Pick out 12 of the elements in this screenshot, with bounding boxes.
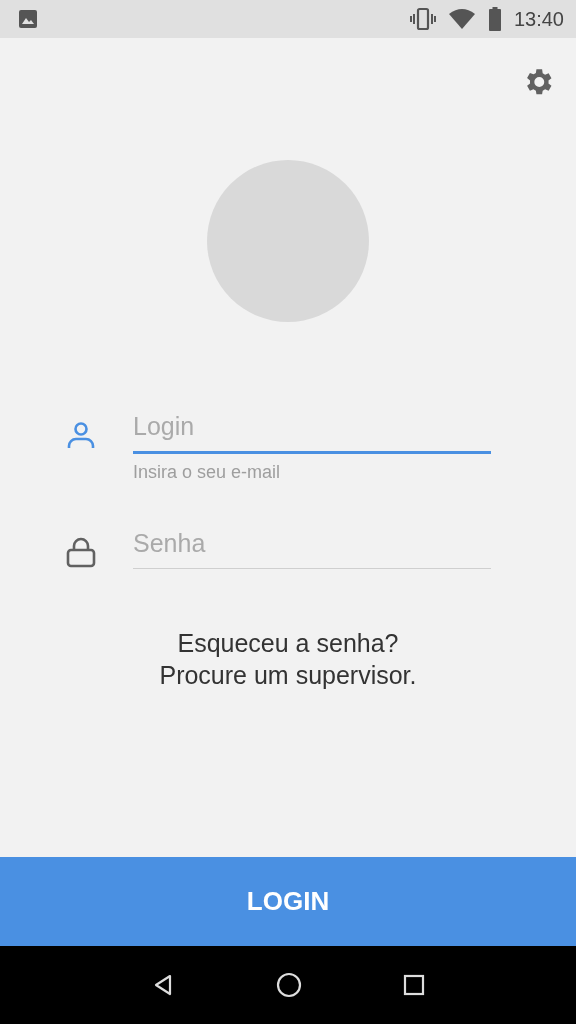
home-icon[interactable] (276, 972, 302, 998)
login-field[interactable]: Login (133, 406, 491, 454)
vibrate-icon (409, 7, 436, 31)
status-time: 13:40 (513, 7, 564, 31)
helper-text: Insira o seu e-mail (133, 462, 282, 483)
login-button[interactable]: LOGIN (0, 857, 576, 946)
wifi-icon (447, 8, 476, 30)
forgot-password-text: Esqueceu a senha? Procure um supervisor. (159, 628, 417, 691)
password-field[interactable]: Senha (133, 523, 491, 569)
battery-icon (487, 7, 502, 31)
image-icon (18, 9, 38, 29)
recents-icon[interactable] (403, 974, 426, 996)
